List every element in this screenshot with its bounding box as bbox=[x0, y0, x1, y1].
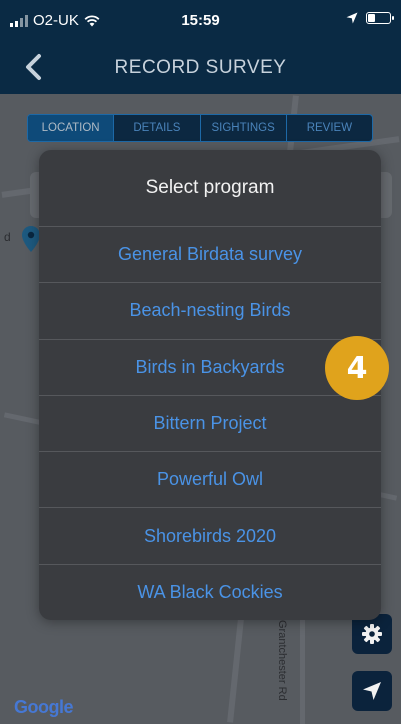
status-bar: O2-UK 15:59 bbox=[0, 0, 401, 40]
status-right bbox=[346, 12, 394, 24]
program-option[interactable]: WA Black Cockies bbox=[39, 563, 381, 620]
program-option[interactable]: Bittern Project bbox=[39, 394, 381, 451]
navigation-bar: RECORD SURVEY bbox=[0, 40, 401, 94]
program-option[interactable]: Shorebirds 2020 bbox=[39, 507, 381, 563]
step-number-badge: 4 bbox=[325, 336, 389, 400]
page-title: RECORD SURVEY bbox=[114, 57, 287, 78]
program-option[interactable]: Powerful Owl bbox=[39, 451, 381, 507]
dialog-title: Select program bbox=[145, 177, 275, 198]
location-arrow-icon bbox=[346, 12, 358, 24]
program-option[interactable]: Beach-nesting Birds bbox=[39, 282, 381, 338]
program-option[interactable]: General Birdata survey bbox=[39, 226, 381, 282]
battery-icon bbox=[366, 12, 394, 24]
status-time: 15:59 bbox=[181, 12, 220, 29]
